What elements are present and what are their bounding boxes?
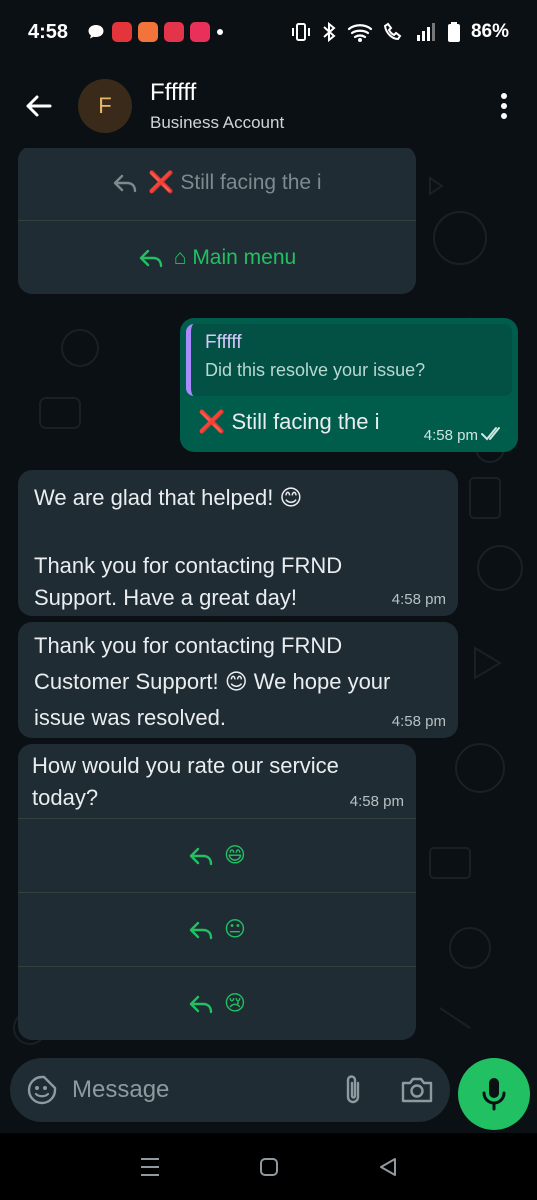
camera-icon[interactable] bbox=[400, 1075, 434, 1105]
more-options-button[interactable] bbox=[489, 86, 519, 126]
vibrate-icon bbox=[291, 23, 310, 41]
back-button[interactable] bbox=[18, 86, 58, 126]
reply-icon bbox=[189, 921, 213, 939]
quoted-message[interactable]: Ffffff Did this resolve your issue? bbox=[186, 324, 512, 396]
rating-message-card: How would you rate our service today? 4:… bbox=[18, 744, 416, 1040]
screen: 4:58 86% F Ffffff Business Account ❌ Sti… bbox=[0, 0, 537, 1200]
contact-info[interactable]: Ffffff Business Account bbox=[150, 79, 284, 133]
avatar[interactable]: F bbox=[78, 79, 132, 133]
signal-icon bbox=[416, 23, 435, 41]
battery-percent: 86% bbox=[470, 21, 509, 42]
quoted-sender: Ffffff bbox=[205, 332, 242, 353]
incoming-message[interactable]: We are glad that helped! 😊 Thank you for… bbox=[18, 470, 458, 616]
microphone-icon bbox=[482, 1078, 506, 1111]
message-time: 4:58 pm bbox=[349, 793, 404, 810]
app-icon-orange bbox=[138, 22, 159, 42]
message-line: Thank you for contacting FRND bbox=[34, 633, 343, 658]
message-input-pill[interactable] bbox=[10, 1058, 450, 1122]
message-time-text: 4:58 pm bbox=[423, 427, 478, 444]
voice-message-button[interactable] bbox=[458, 1058, 530, 1130]
rating-option-sad[interactable]: 😢 bbox=[18, 966, 416, 1040]
home-icon[interactable] bbox=[258, 1156, 280, 1178]
rating-option-neutral[interactable]: 😐 bbox=[18, 892, 416, 966]
attach-icon[interactable] bbox=[342, 1073, 364, 1107]
input-actions bbox=[342, 1073, 434, 1107]
reply-icon bbox=[114, 174, 137, 193]
message-line: Thank you for contacting FRND bbox=[34, 553, 343, 578]
message-line: We are glad that helped! 😊 bbox=[34, 485, 303, 510]
message-input-bar bbox=[0, 1058, 537, 1130]
outgoing-message[interactable]: Ffffff Did this resolve your issue? ❌ St… bbox=[180, 318, 518, 452]
status-time: 4:58 bbox=[28, 20, 69, 43]
quoted-text: Did this resolve your issue? bbox=[205, 360, 426, 380]
message-time: 4:58 pm bbox=[391, 591, 446, 608]
message-line bbox=[34, 514, 442, 546]
more-notifications-dot-icon bbox=[217, 29, 224, 35]
incoming-message[interactable]: Thank you for contacting FRND Customer S… bbox=[18, 622, 458, 738]
more-vertical-icon bbox=[501, 93, 507, 119]
rating-option-label: 😄 bbox=[224, 844, 246, 867]
message-time: 4:58 pm bbox=[391, 713, 446, 730]
recent-apps-icon[interactable] bbox=[138, 1156, 162, 1178]
chat-bubble-icon bbox=[88, 25, 104, 39]
system-nav-bar bbox=[0, 1133, 537, 1200]
chat-header: F Ffffff Business Account bbox=[0, 64, 537, 148]
quick-reply-main-menu[interactable]: ⌂ Main menu bbox=[18, 220, 416, 294]
message-time: 4:58 pm bbox=[424, 427, 478, 444]
message-input[interactable] bbox=[72, 1076, 292, 1104]
message-line: Support. Have a great day! bbox=[34, 585, 297, 610]
reply-icon bbox=[189, 995, 213, 1013]
message-line: issue was resolved. bbox=[34, 705, 226, 730]
status-right: 86% bbox=[291, 21, 509, 43]
contact-name: Ffffff bbox=[150, 79, 197, 106]
wifi-icon bbox=[347, 24, 373, 42]
rating-option-label: 😢 bbox=[224, 992, 246, 1015]
back-nav-icon[interactable] bbox=[377, 1156, 399, 1178]
quick-reply-still-facing-label: ❌ Still facing the i bbox=[148, 171, 322, 194]
status-bar: 4:58 86% bbox=[0, 0, 537, 64]
double-check-icon bbox=[481, 427, 500, 441]
notification-icons bbox=[86, 22, 224, 42]
contact-subtitle: Business Account bbox=[150, 113, 285, 132]
sticker-icon[interactable] bbox=[26, 1074, 58, 1106]
message-line: today? bbox=[32, 785, 99, 810]
wifi-calling-icon bbox=[383, 22, 402, 41]
rating-option-happy[interactable]: 😄 bbox=[18, 818, 416, 892]
message-line: Customer Support! 😊 We hope your bbox=[34, 669, 391, 694]
outgoing-text: ❌ Still facing the i bbox=[198, 409, 380, 434]
battery-icon bbox=[447, 22, 460, 42]
rating-option-label: 😐 bbox=[224, 918, 246, 941]
app-icon-red-2 bbox=[164, 22, 185, 42]
reply-icon bbox=[139, 249, 162, 267]
rating-question[interactable]: How would you rate our service today? 4:… bbox=[18, 744, 416, 818]
quick-reply-main-menu-label: ⌂ Main menu bbox=[173, 245, 297, 269]
quick-reply-still-facing[interactable]: ❌ Still facing the i bbox=[18, 148, 416, 220]
reply-icon bbox=[189, 847, 213, 865]
frnd-app-icon bbox=[190, 22, 211, 42]
app-icon-red bbox=[112, 22, 133, 42]
back-arrow-icon bbox=[26, 95, 52, 117]
bluetooth-icon bbox=[323, 21, 336, 43]
chat-area[interactable]: ❌ Still facing the i ⌂ Main menu Ffffff … bbox=[0, 148, 537, 1058]
quick-reply-card-top: ❌ Still facing the i ⌂ Main menu bbox=[18, 148, 416, 294]
message-line: How would you rate our service bbox=[32, 753, 339, 778]
